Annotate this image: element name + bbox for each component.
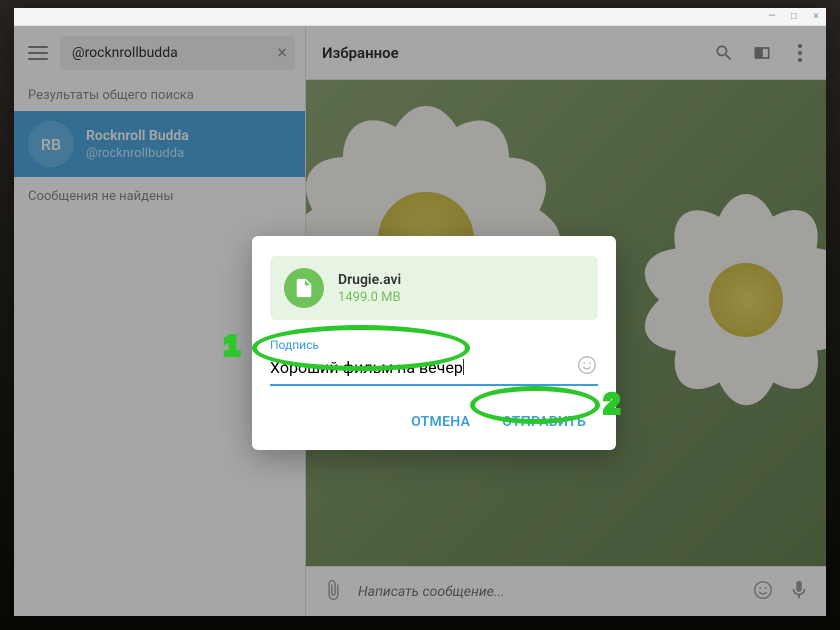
emoji-icon[interactable] <box>576 354 598 380</box>
caption-label: Подпись <box>270 338 598 352</box>
caption-field: Подпись Хороший фильм на вечер <box>270 338 598 386</box>
send-file-dialog: Drugie.avi 1499.0 MB Подпись Хороший фил… <box>252 236 616 450</box>
file-meta: Drugie.avi 1499.0 MB <box>338 272 401 305</box>
file-icon <box>284 268 324 308</box>
text-cursor <box>463 359 464 375</box>
dialog-actions: ОТМЕНА ОТПРАВИТЬ <box>270 406 598 438</box>
file-name: Drugie.avi <box>338 272 401 288</box>
close-button[interactable]: × <box>810 11 822 22</box>
cancel-button[interactable]: ОТМЕНА <box>399 406 482 438</box>
caption-input[interactable]: Хороший фильм на вечер <box>270 358 568 377</box>
maximize-button[interactable]: □ <box>788 11 800 22</box>
app-window: — □ × × Результаты общего поиска RB Rock… <box>14 8 826 616</box>
file-attachment-card[interactable]: Drugie.avi 1499.0 MB <box>270 256 598 320</box>
send-button[interactable]: ОТПРАВИТЬ <box>490 406 598 438</box>
minimize-button[interactable]: — <box>766 11 778 22</box>
caption-value: Хороший фильм на вечер <box>270 358 463 377</box>
window-titlebar: — □ × <box>14 8 826 26</box>
file-size: 1499.0 MB <box>338 290 401 305</box>
